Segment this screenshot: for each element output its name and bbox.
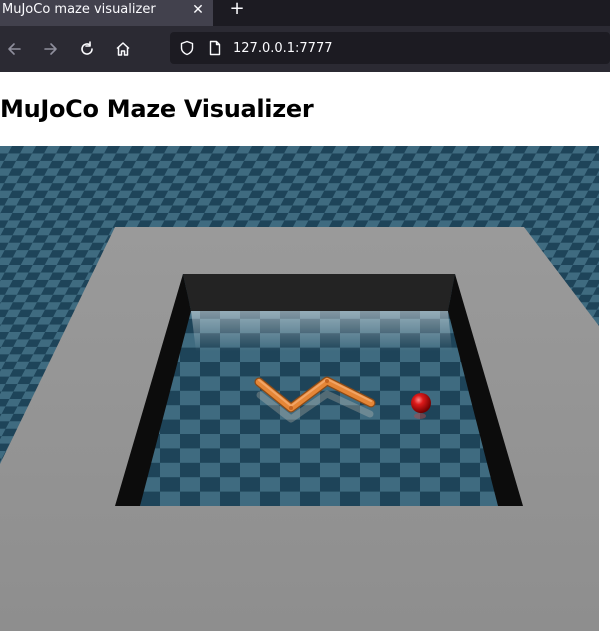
page-title: MuJoCo Maze Visualizer <box>0 95 314 123</box>
back-arrow-icon[interactable] <box>5 40 23 58</box>
floor-reflection <box>191 311 452 351</box>
forward-arrow-icon[interactable] <box>42 40 60 58</box>
home-icon[interactable] <box>114 40 132 58</box>
plus-icon[interactable]: + <box>228 0 246 18</box>
page-icon[interactable] <box>207 40 223 56</box>
robot-joint <box>289 406 293 410</box>
maze-3d-viewport[interactable] <box>0 146 599 631</box>
page-content: MuJoCo Maze Visualizer <box>0 72 610 631</box>
maze-back-wall <box>183 274 455 311</box>
browser-navigation-bar: 127.0.0.1:7777 <box>0 26 610 72</box>
robot-joint <box>325 379 329 383</box>
browser-tab[interactable]: MuJoCo maze visualizer ✕ <box>0 0 213 26</box>
shield-icon[interactable] <box>179 40 195 56</box>
target-reflection <box>414 413 426 419</box>
url-bar[interactable]: 127.0.0.1:7777 <box>170 32 610 64</box>
url-text[interactable]: 127.0.0.1:7777 <box>233 41 333 56</box>
reload-icon[interactable] <box>78 40 96 58</box>
close-icon[interactable]: ✕ <box>190 2 206 18</box>
browser-tab-strip: MuJoCo maze visualizer ✕ + <box>0 0 610 26</box>
tab-title: MuJoCo maze visualizer <box>2 2 156 17</box>
target-ball <box>411 393 431 413</box>
